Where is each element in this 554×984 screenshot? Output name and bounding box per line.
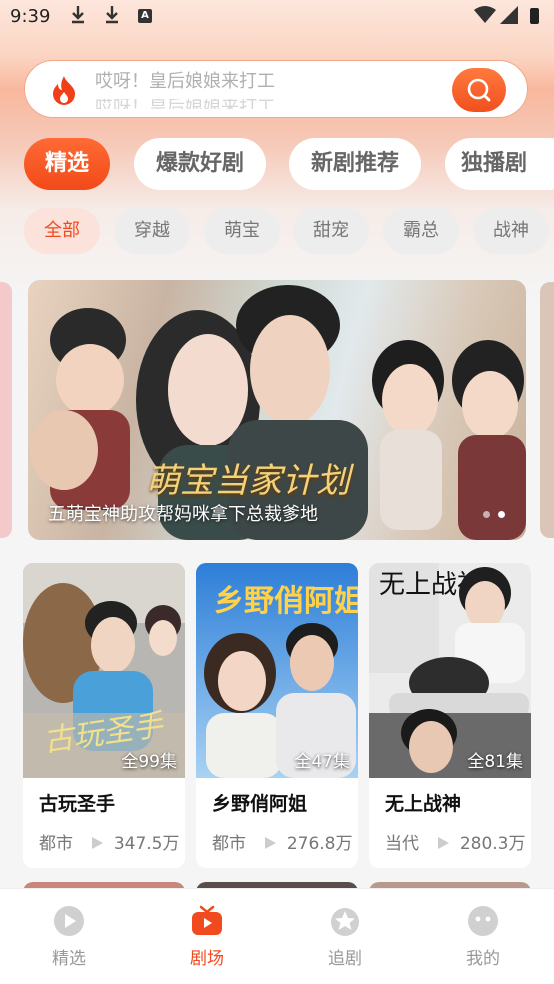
- tab-exclusive[interactable]: 独播剧: [445, 138, 554, 190]
- bottom-nav: 精选 剧场 追剧 我的: [0, 888, 554, 984]
- carousel-dot-active: [498, 511, 505, 518]
- search-bar[interactable]: 哎呀！皇后娘娘来打工 哎呀！皇后娘娘来打工: [24, 60, 528, 118]
- flame-icon: [53, 76, 75, 105]
- download-icon: [72, 6, 84, 24]
- download-icon: [106, 6, 118, 24]
- carousel-prev-peek[interactable]: [0, 282, 12, 538]
- status-bar: 9:39 A: [0, 0, 554, 34]
- a-notification-icon: A: [138, 9, 152, 23]
- carousel-dot: [483, 511, 490, 518]
- tab-hot-dramas[interactable]: 爆款好剧: [134, 138, 266, 190]
- drama-meta: 都市 347.5万: [39, 829, 179, 854]
- nav-featured[interactable]: 精选: [0, 889, 138, 984]
- drama-card[interactable]: 无上战神 全81集 无上战神 当代 280.3万: [369, 563, 531, 868]
- drama-views: 280.3万: [459, 834, 526, 854]
- main-tabs: 精选 爆款好剧 新剧推荐 独播剧: [0, 138, 554, 192]
- drama-genre: 都市: [39, 834, 73, 854]
- nav-label: 追剧: [328, 949, 362, 969]
- banner-caption: 五萌宝神助攻帮妈咪拿下总裁爹地: [48, 504, 318, 525]
- nav-label: 剧场: [190, 949, 224, 969]
- drama-title: 古玩圣手: [39, 793, 116, 815]
- nav-theater[interactable]: 剧场: [138, 889, 276, 984]
- drama-meta: 都市 276.8万: [212, 829, 352, 854]
- wifi-icon: [474, 6, 496, 23]
- episode-count: 全99集: [121, 752, 177, 772]
- poster-title-art: 乡野俏阿姐: [214, 584, 358, 619]
- category-cute-baby[interactable]: 萌宝: [204, 208, 280, 254]
- play-count-icon: [265, 837, 277, 849]
- category-all[interactable]: 全部: [24, 208, 100, 254]
- battery-icon: [530, 8, 539, 24]
- drama-poster: 古玩圣手: [23, 563, 185, 778]
- banner-title-art: 萌宝当家计划: [146, 461, 350, 501]
- drama-views: 276.8万: [286, 834, 353, 854]
- tab-new-dramas[interactable]: 新剧推荐: [289, 138, 421, 190]
- drama-title: 乡野俏阿姐: [212, 793, 308, 815]
- drama-genre: 当代: [385, 834, 419, 854]
- drama-genre: 都市: [212, 834, 246, 854]
- nav-profile[interactable]: 我的: [414, 889, 552, 984]
- drama-poster: 乡野俏阿姐: [196, 563, 358, 778]
- search-placeholder[interactable]: 哎呀！皇后娘娘来打工: [95, 67, 275, 93]
- drama-card[interactable]: 古玩圣手 全99集 古玩圣手 都市 347.5万: [23, 563, 185, 868]
- nav-following[interactable]: 追剧: [276, 889, 414, 984]
- category-sweet-romance[interactable]: 甜宠: [293, 208, 369, 254]
- category-war-god[interactable]: 战神: [473, 208, 549, 254]
- category-chips: 全部 穿越 萌宝 甜宠 霸总 战神: [0, 208, 554, 256]
- episode-count: 全81集: [467, 752, 523, 772]
- category-time-travel[interactable]: 穿越: [114, 208, 190, 254]
- star-icon: [331, 908, 359, 936]
- nav-label: 我的: [466, 949, 500, 969]
- play-count-icon: [438, 837, 450, 849]
- status-time: 9:39: [10, 6, 51, 27]
- search-button[interactable]: [452, 68, 506, 112]
- drama-views: 347.5万: [113, 834, 180, 854]
- tab-featured[interactable]: 精选: [24, 138, 110, 190]
- drama-poster: 无上战神: [369, 563, 531, 778]
- drama-card[interactable]: 乡野俏阿姐 全47集 乡野俏阿姐 都市 276.8万: [196, 563, 358, 868]
- banner-carousel[interactable]: 萌宝当家计划 五萌宝神助攻帮妈咪拿下总裁爹地: [28, 280, 526, 540]
- category-ceo[interactable]: 霸总: [383, 208, 459, 254]
- drama-meta: 当代 280.3万: [385, 829, 525, 854]
- carousel-next-peek[interactable]: [540, 282, 554, 538]
- tv-icon: [192, 905, 222, 935]
- search-icon: [467, 78, 491, 102]
- play-circle-icon: [54, 906, 84, 936]
- episode-count: 全47集: [294, 752, 350, 772]
- face-icon: [468, 906, 498, 936]
- search-placeholder-next: 哎呀！皇后娘娘来打工: [95, 99, 275, 109]
- drama-title: 无上战神: [385, 793, 462, 815]
- signal-icon: [500, 6, 518, 24]
- play-count-icon: [92, 837, 104, 849]
- nav-label: 精选: [52, 949, 86, 969]
